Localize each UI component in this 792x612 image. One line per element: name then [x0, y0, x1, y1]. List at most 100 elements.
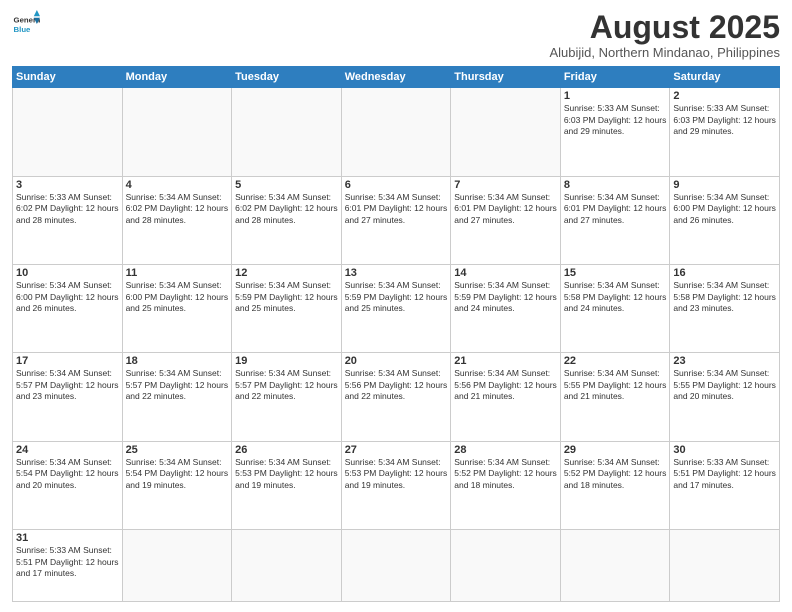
day-info: Sunrise: 5:33 AM Sunset: 6:02 PM Dayligh…: [16, 192, 119, 226]
day-number: 26: [235, 444, 338, 456]
calendar-cell-w2-d7: 9Sunrise: 5:34 AM Sunset: 6:00 PM Daylig…: [670, 176, 780, 264]
calendar-cell-w3-d5: 14Sunrise: 5:34 AM Sunset: 5:59 PM Dayli…: [451, 265, 561, 353]
day-number: 20: [345, 355, 448, 367]
day-info: Sunrise: 5:34 AM Sunset: 5:52 PM Dayligh…: [454, 457, 557, 491]
day-info: Sunrise: 5:33 AM Sunset: 6:03 PM Dayligh…: [673, 103, 776, 137]
day-number: 18: [126, 355, 229, 367]
calendar-cell-w5-d4: 27Sunrise: 5:34 AM Sunset: 5:53 PM Dayli…: [341, 441, 451, 529]
day-info: Sunrise: 5:34 AM Sunset: 5:57 PM Dayligh…: [126, 368, 229, 402]
calendar-cell-w5-d7: 30Sunrise: 5:33 AM Sunset: 5:51 PM Dayli…: [670, 441, 780, 529]
day-info: Sunrise: 5:34 AM Sunset: 6:00 PM Dayligh…: [16, 280, 119, 314]
calendar-cell-w4-d1: 17Sunrise: 5:34 AM Sunset: 5:57 PM Dayli…: [13, 353, 123, 441]
day-number: 7: [454, 179, 557, 191]
calendar-cell-w2-d2: 4Sunrise: 5:34 AM Sunset: 6:02 PM Daylig…: [122, 176, 232, 264]
day-number: 6: [345, 179, 448, 191]
day-number: 25: [126, 444, 229, 456]
calendar-cell-w1-d6: 1Sunrise: 5:33 AM Sunset: 6:03 PM Daylig…: [560, 88, 670, 176]
week-row-1: 1Sunrise: 5:33 AM Sunset: 6:03 PM Daylig…: [13, 88, 780, 176]
calendar-table: Sunday Monday Tuesday Wednesday Thursday…: [12, 66, 780, 602]
day-info: Sunrise: 5:33 AM Sunset: 6:03 PM Dayligh…: [564, 103, 667, 137]
day-number: 29: [564, 444, 667, 456]
day-number: 21: [454, 355, 557, 367]
calendar-cell-w3-d6: 15Sunrise: 5:34 AM Sunset: 5:58 PM Dayli…: [560, 265, 670, 353]
day-info: Sunrise: 5:34 AM Sunset: 5:55 PM Dayligh…: [564, 368, 667, 402]
month-year-title: August 2025: [549, 10, 780, 45]
day-number: 5: [235, 179, 338, 191]
header: General Blue August 2025 Alubijid, North…: [12, 10, 780, 60]
calendar-cell-w2-d6: 8Sunrise: 5:34 AM Sunset: 6:01 PM Daylig…: [560, 176, 670, 264]
header-saturday: Saturday: [670, 67, 780, 88]
calendar-cell-w5-d3: 26Sunrise: 5:34 AM Sunset: 5:53 PM Dayli…: [232, 441, 342, 529]
day-number: 14: [454, 267, 557, 279]
week-row-5: 24 Sunrise: 5:34 AM Sunset: 5:54 PM Dayli…: [13, 441, 780, 529]
calendar-cell-w1-d4: [341, 88, 451, 176]
day-info: Sunrise: 5:34 AM Sunset: 5:55 PM Dayligh…: [673, 368, 776, 402]
day-info: Sunrise: 5:34 AM Sunset: 5:58 PM Dayligh…: [564, 280, 667, 314]
day-number: 23: [673, 355, 776, 367]
calendar-cell-w3-d7: 16Sunrise: 5:34 AM Sunset: 5:58 PM Dayli…: [670, 265, 780, 353]
day-info: Sunrise: 5:34 AM Sunset: 6:01 PM Dayligh…: [345, 192, 448, 226]
calendar-cell-w5-d1: 24Sunrise: 5:34 AM Sunset: 5:54 PM Dayli…: [13, 441, 123, 529]
day-number: 11: [126, 267, 229, 279]
day-number: 8: [564, 179, 667, 191]
calendar-cell-w6-d1: 31Sunrise: 5:33 AM Sunset: 5:51 PM Dayli…: [13, 530, 123, 602]
day-number: 19: [235, 355, 338, 367]
day-info: Sunrise: 5:34 AM Sunset: 5:53 PM Dayligh…: [235, 457, 338, 491]
calendar-cell-w6-d2: [122, 530, 232, 602]
day-info: Sunrise: 5:34 AM Sunset: 6:00 PM Dayligh…: [673, 192, 776, 226]
day-number: 13: [345, 267, 448, 279]
day-info: Sunrise: 5:34 AM Sunset: 5:52 PM Dayligh…: [564, 457, 667, 491]
calendar-cell-w6-d3: [232, 530, 342, 602]
day-number: 27: [345, 444, 448, 456]
day-number: 22: [564, 355, 667, 367]
day-info: Sunrise: 5:34 AM Sunset: 6:01 PM Dayligh…: [564, 192, 667, 226]
calendar-cell-w1-d5: [451, 88, 561, 176]
calendar-cell-w2-d4: 6Sunrise: 5:34 AM Sunset: 6:01 PM Daylig…: [341, 176, 451, 264]
header-sunday: Sunday: [13, 67, 123, 88]
calendar-cell-w4-d3: 19Sunrise: 5:34 AM Sunset: 5:57 PM Dayli…: [232, 353, 342, 441]
day-number: 17: [16, 355, 119, 367]
logo: General Blue: [12, 10, 40, 38]
generalblue-logo-icon: General Blue: [12, 10, 40, 38]
calendar-cell-w4-d6: 22Sunrise: 5:34 AM Sunset: 5:55 PM Dayli…: [560, 353, 670, 441]
day-info: Sunrise: 5:34 AM Sunset: 6:02 PM Dayligh…: [126, 192, 229, 226]
header-wednesday: Wednesday: [341, 67, 451, 88]
calendar-cell-w6-d7: [670, 530, 780, 602]
day-info: Sunrise: 5:34 AM Sunset: 5:56 PM Dayligh…: [345, 368, 448, 402]
day-number: 24: [16, 444, 119, 456]
calendar-cell-w1-d2: [122, 88, 232, 176]
day-number: 1: [564, 90, 667, 102]
day-info: Sunrise: 5:34 AM Sunset: 5:59 PM Dayligh…: [235, 280, 338, 314]
calendar-cell-w2-d5: 7Sunrise: 5:34 AM Sunset: 6:01 PM Daylig…: [451, 176, 561, 264]
day-number: 9: [673, 179, 776, 191]
day-info: Sunrise: 5:34 AM Sunset: 5:57 PM Dayligh…: [235, 368, 338, 402]
week-row-4: 17Sunrise: 5:34 AM Sunset: 5:57 PM Dayli…: [13, 353, 780, 441]
day-info: Sunrise: 5:34 AM Sunset: 6:02 PM Dayligh…: [235, 192, 338, 226]
day-number: 4: [126, 179, 229, 191]
page: General Blue August 2025 Alubijid, North…: [0, 0, 792, 612]
calendar-cell-w6-d5: [451, 530, 561, 602]
day-info: Sunrise: 5:34 AM Sunset: 5:59 PM Dayligh…: [454, 280, 557, 314]
day-info: Sunrise: 5:34 AM Sunset: 5:56 PM Dayligh…: [454, 368, 557, 402]
calendar-cell-w1-d7: 2Sunrise: 5:33 AM Sunset: 6:03 PM Daylig…: [670, 88, 780, 176]
title-section: August 2025 Alubijid, Northern Mindanao,…: [549, 10, 780, 60]
calendar-cell-w3-d4: 13Sunrise: 5:34 AM Sunset: 5:59 PM Dayli…: [341, 265, 451, 353]
calendar-cell-w1-d1: [13, 88, 123, 176]
day-info: Sunrise: 5:34 AM Sunset: 5:54 PM Dayligh…: [126, 457, 229, 491]
header-thursday: Thursday: [451, 67, 561, 88]
day-number: 28: [454, 444, 557, 456]
calendar-cell-w2-d1: 3Sunrise: 5:33 AM Sunset: 6:02 PM Daylig…: [13, 176, 123, 264]
week-row-6: 31Sunrise: 5:33 AM Sunset: 5:51 PM Dayli…: [13, 530, 780, 602]
day-info: Sunrise: 5:34 AM Sunset: 5:57 PM Dayligh…: [16, 368, 119, 402]
week-row-2: 3Sunrise: 5:33 AM Sunset: 6:02 PM Daylig…: [13, 176, 780, 264]
week-row-3: 10Sunrise: 5:34 AM Sunset: 6:00 PM Dayli…: [13, 265, 780, 353]
header-tuesday: Tuesday: [232, 67, 342, 88]
day-number: 16: [673, 267, 776, 279]
calendar-cell-w5-d2: 25Sunrise: 5:34 AM Sunset: 5:54 PM Dayli…: [122, 441, 232, 529]
calendar-cell-w5-d6: 29Sunrise: 5:34 AM Sunset: 5:52 PM Dayli…: [560, 441, 670, 529]
header-friday: Friday: [560, 67, 670, 88]
day-info: Sunrise: 5:34 AM Sunset: 6:00 PM Dayligh…: [126, 280, 229, 314]
calendar-cell-w4-d5: 21Sunrise: 5:34 AM Sunset: 5:56 PM Dayli…: [451, 353, 561, 441]
weekday-header-row: Sunday Monday Tuesday Wednesday Thursday…: [13, 67, 780, 88]
calendar-cell-w5-d5: 28Sunrise: 5:34 AM Sunset: 5:52 PM Dayli…: [451, 441, 561, 529]
